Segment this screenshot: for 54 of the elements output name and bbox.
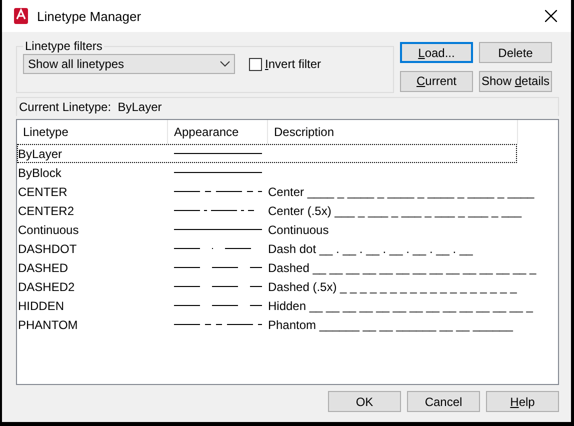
linetype-preview-icon	[174, 171, 262, 174]
dialog-button[interactable]: Cancel	[407, 391, 480, 412]
dialog-button[interactable]: Show details	[479, 70, 552, 92]
app-logo-icon	[14, 8, 28, 24]
column-header[interactable]: Appearance	[168, 120, 268, 144]
linetype-name: CENTER2	[18, 204, 76, 218]
linetype-preview-icon	[174, 228, 262, 231]
list-row[interactable]: DASHED2 Dashed (.5x) _ _ _ _ _ _ _ _ _ _ _ _ _ _ _ _ _ _	[17, 277, 518, 296]
linetype-preview-icon	[174, 323, 262, 326]
linetype-description: Dash dot __ . __ . __ . __ . __ . __ . __	[268, 242, 473, 256]
linetype-name: HIDDEN	[18, 298, 66, 312]
chevron-icon	[220, 61, 230, 67]
linetype-description: Center ____ _ ____ _ ____ _ ____ _ ____ _ ____	[268, 184, 534, 198]
linetype-preview-icon	[174, 266, 262, 269]
dialog-button[interactable]: Help	[486, 391, 559, 412]
linetype-description: Hidden __ __ __ __ __ __ __ __ __ __ __ __ __ _	[268, 298, 533, 312]
list-row[interactable]: HIDDEN Hidden __ __ __ __ __ __ __ __ __ __ __ __ __ _	[17, 296, 534, 315]
dialog-button[interactable]: Current	[400, 70, 473, 92]
list-row[interactable]: DASHED Dashed __ __ __ __ __ __ __ __ __ __ __ __ __ _	[17, 258, 538, 277]
linetype-name: DASHED	[18, 260, 70, 274]
linetype-name: ByLayer	[18, 146, 64, 160]
dialog-button[interactable]: OK	[328, 391, 401, 412]
linetype-preview-icon	[174, 152, 262, 155]
group-label: Linetype filters	[24, 39, 104, 53]
column-header[interactable]: Description	[268, 120, 518, 144]
invert-filter-checkbox[interactable]: Invert filter	[249, 57, 322, 71]
linetype-name: Continuous	[18, 222, 80, 236]
dialog-button[interactable]: Load...	[400, 42, 473, 63]
filter-dropdown[interactable]: Show all linetypes	[23, 54, 235, 74]
list-row[interactable]: Continuous Continuous	[17, 220, 517, 239]
list-row[interactable]: CENTER Center ____ _ ____ _ ____ _ ____ _ ____ _ ____	[17, 182, 536, 201]
linetype-description: Dashed __ __ __ __ __ __ __ __ __ __ __ __ __ _	[268, 260, 536, 274]
linetype-name: DASHDOT	[18, 242, 78, 256]
linetype-name: DASHED2	[18, 280, 76, 294]
window-title: Linetype Manager	[37, 8, 142, 24]
dialog-button[interactable]: Delete	[479, 42, 552, 63]
linetype-name: PHANTOM	[18, 318, 79, 332]
linetype-description: Continuous	[268, 222, 329, 236]
linetype-description: Center (.5x) ___ _ ___ _ ___ _ ___ _ ___ _ ___	[268, 204, 522, 218]
list-row[interactable]: DASHDOT Dash dot __ . __ . __ . __ . __ . __ . __	[17, 239, 517, 258]
close-icon[interactable]	[545, 10, 557, 22]
linetype-description: Dashed (.5x) _ _ _ _ _ _ _ _ _ _ _ _ _ _ _ _ _ _	[268, 280, 517, 294]
linetype-name: CENTER	[18, 184, 68, 198]
linetype-preview-icon	[174, 285, 262, 288]
linetype-description: Phantom ______ __ __ ______ __ __ ______	[268, 318, 513, 332]
linetype-preview-icon	[174, 190, 262, 193]
list-row[interactable]: PHANTOM Phantom ______ __ __ ______ __ __ ______	[17, 315, 517, 334]
list-row[interactable]: ByLayer	[17, 144, 517, 163]
current-linetype-label: Current Linetype: ByLayer	[16, 97, 559, 116]
list-row[interactable]: CENTER2 Center (.5x) ___ _ ___ _ ___ _ ___ _ ___ _ ___	[17, 201, 523, 220]
column-header[interactable]: Linetype	[17, 120, 168, 144]
linetype-preview-icon	[174, 304, 262, 307]
linetype-name: ByBlock	[18, 166, 62, 180]
list-row[interactable]: ByBlock	[17, 163, 517, 182]
